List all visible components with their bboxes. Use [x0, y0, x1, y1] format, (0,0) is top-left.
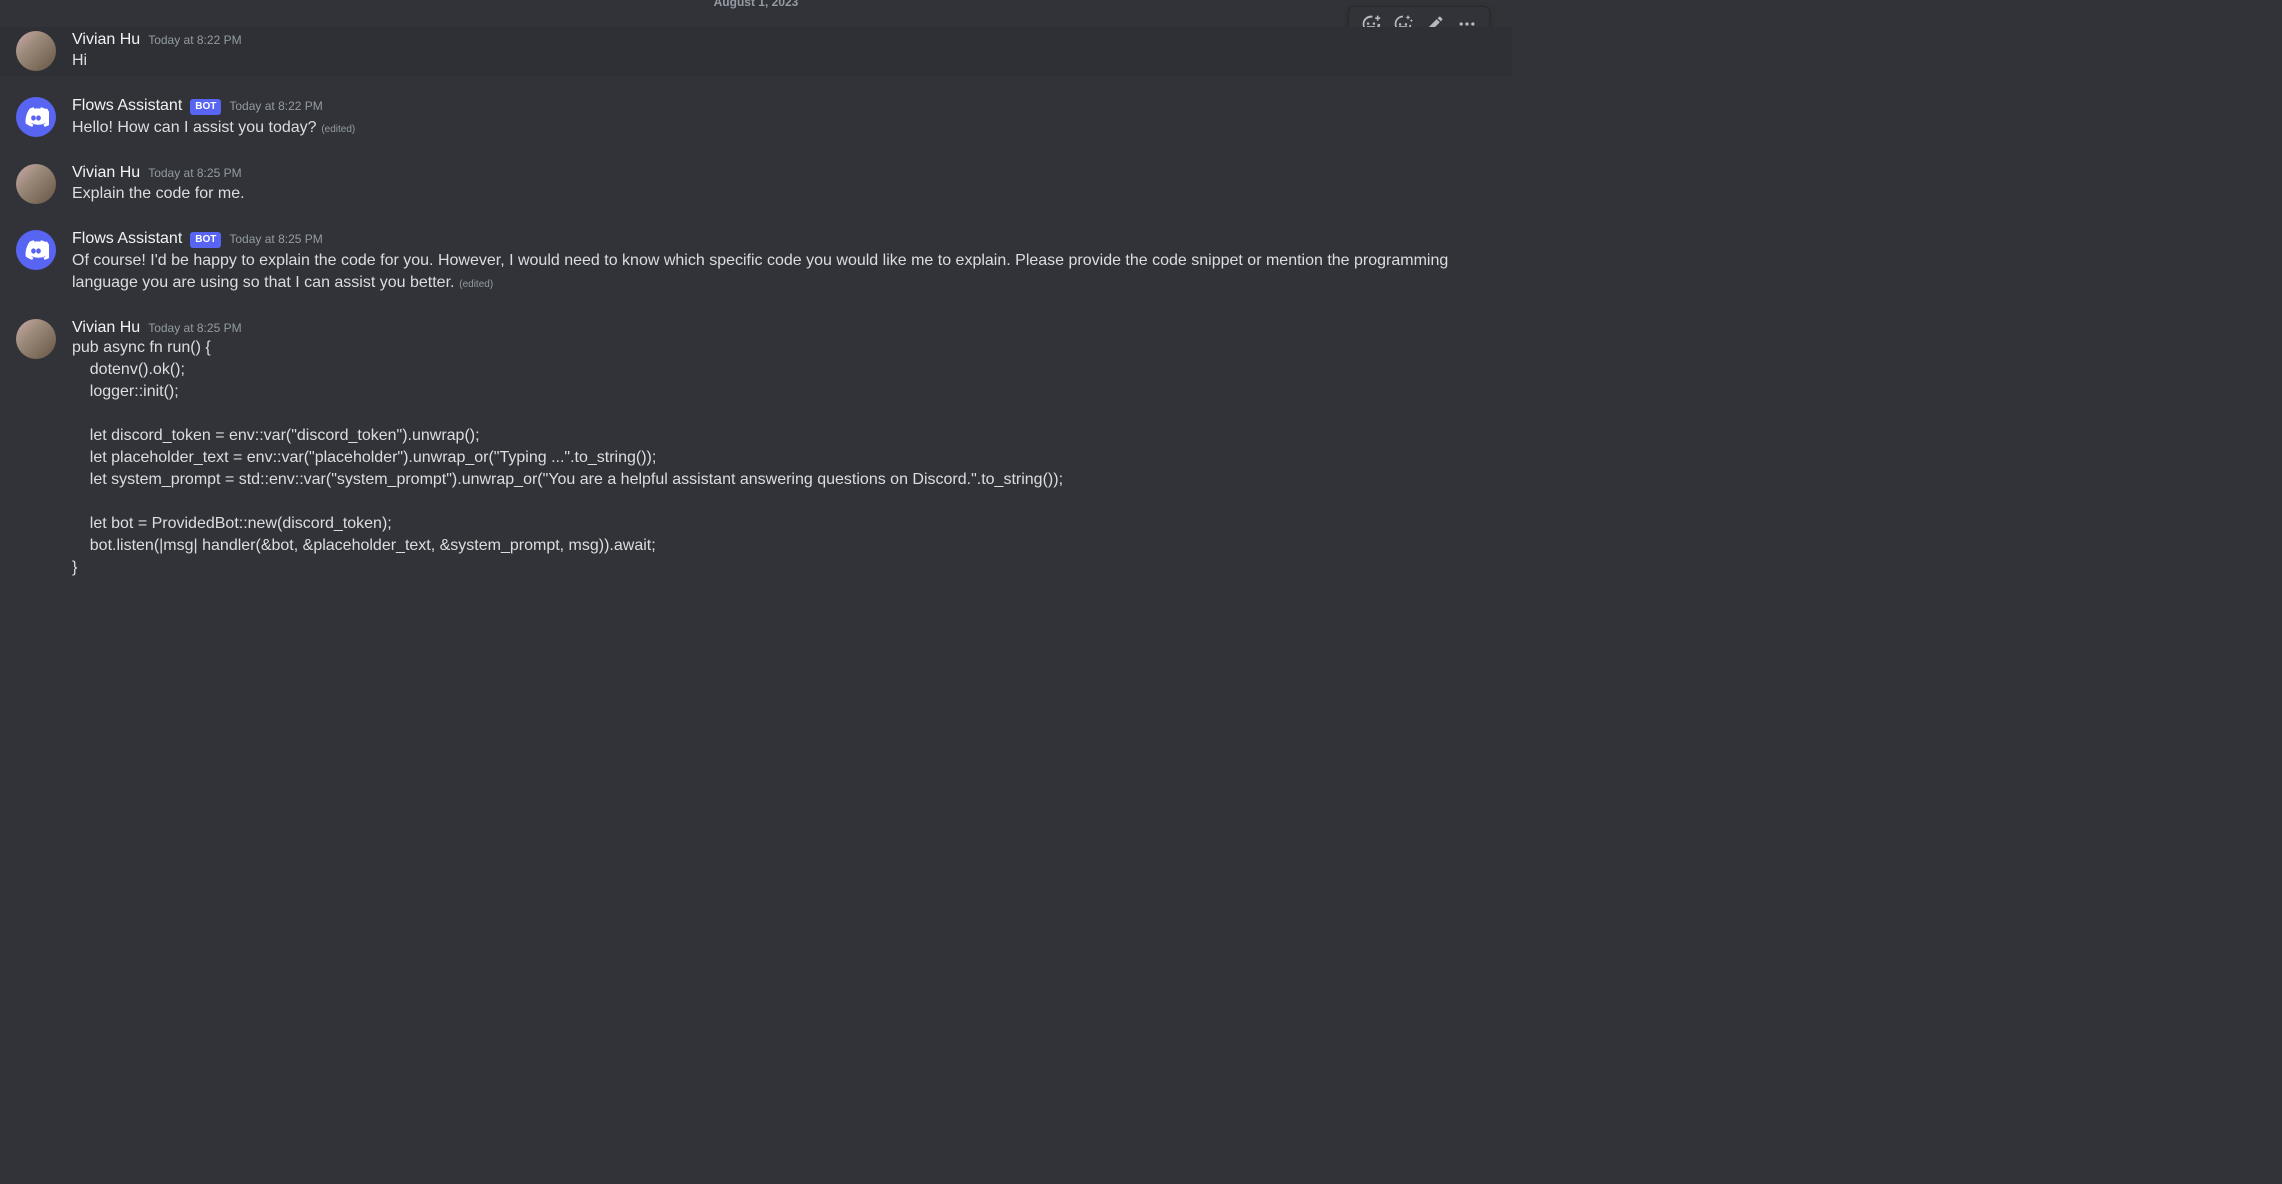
avatar[interactable] [16, 319, 56, 359]
author-name[interactable]: Flows Assistant [72, 230, 182, 248]
message-content: Hello! How can I assist you today? (edit… [72, 117, 1464, 139]
message-text: Hi [72, 52, 87, 69]
message-header: Flows Assistant BOT Today at 8:22 PM [72, 97, 1464, 116]
timestamp: Today at 8:25 PM [148, 321, 241, 335]
avatar[interactable] [16, 97, 56, 137]
message-content: pub async fn run() { dotenv().ok(); logg… [72, 337, 1464, 579]
avatar[interactable] [16, 230, 56, 270]
message: Vivian Hu Today at 8:25 PM pub async fn ru… [0, 315, 1512, 583]
message: Vivian Hu Today at 8:25 PM Explain the cod… [0, 160, 1512, 209]
timestamp: Today at 8:22 PM [229, 99, 322, 113]
message-text: Of course! I'd be happy to explain the c… [72, 252, 1448, 291]
avatar[interactable] [16, 31, 56, 71]
edited-label: (edited) [319, 124, 356, 135]
message-text: Hello! How can I assist you today? [72, 119, 317, 136]
author-name[interactable]: Vivian Hu [72, 164, 140, 182]
message: Flows Assistant BOT Today at 8:22 PM Hello!… [0, 93, 1512, 143]
bot-tag: BOT [190, 99, 221, 115]
message-header: Vivian Hu Today at 8:25 PM [72, 319, 1464, 337]
message-content: Explain the code for me. [72, 183, 1464, 205]
message-header: Vivian Hu Today at 8:25 PM [72, 164, 1464, 182]
message-content: Hi [72, 50, 1464, 72]
timestamp: Today at 8:25 PM [229, 232, 322, 246]
edited-label: (edited) [456, 279, 493, 290]
message-list: Vivian Hu Today at 8:22 PM Hi Flows Assista… [0, 10, 1512, 785]
avatar[interactable] [16, 164, 56, 204]
message-content: Of course! I'd be happy to explain the c… [72, 250, 1464, 294]
author-name[interactable]: Flows Assistant [72, 97, 182, 115]
message-text: Explain the code for me. [72, 185, 245, 202]
message: Vivian Hu Today at 8:22 PM Hi [0, 27, 1512, 76]
bot-tag: BOT [190, 232, 221, 248]
author-name[interactable]: Vivian Hu [72, 31, 140, 49]
message-header: Flows Assistant BOT Today at 8:25 PM [72, 230, 1464, 249]
message: Flows Assistant BOT Today at 8:25 PM Of cou… [0, 226, 1512, 298]
message-header: Vivian Hu Today at 8:22 PM [72, 31, 1464, 49]
timestamp: Today at 8:25 PM [148, 166, 241, 180]
author-name[interactable]: Vivian Hu [72, 319, 140, 337]
timestamp: Today at 8:22 PM [148, 33, 241, 47]
date-divider: August 1, 2023 [0, 0, 1512, 9]
